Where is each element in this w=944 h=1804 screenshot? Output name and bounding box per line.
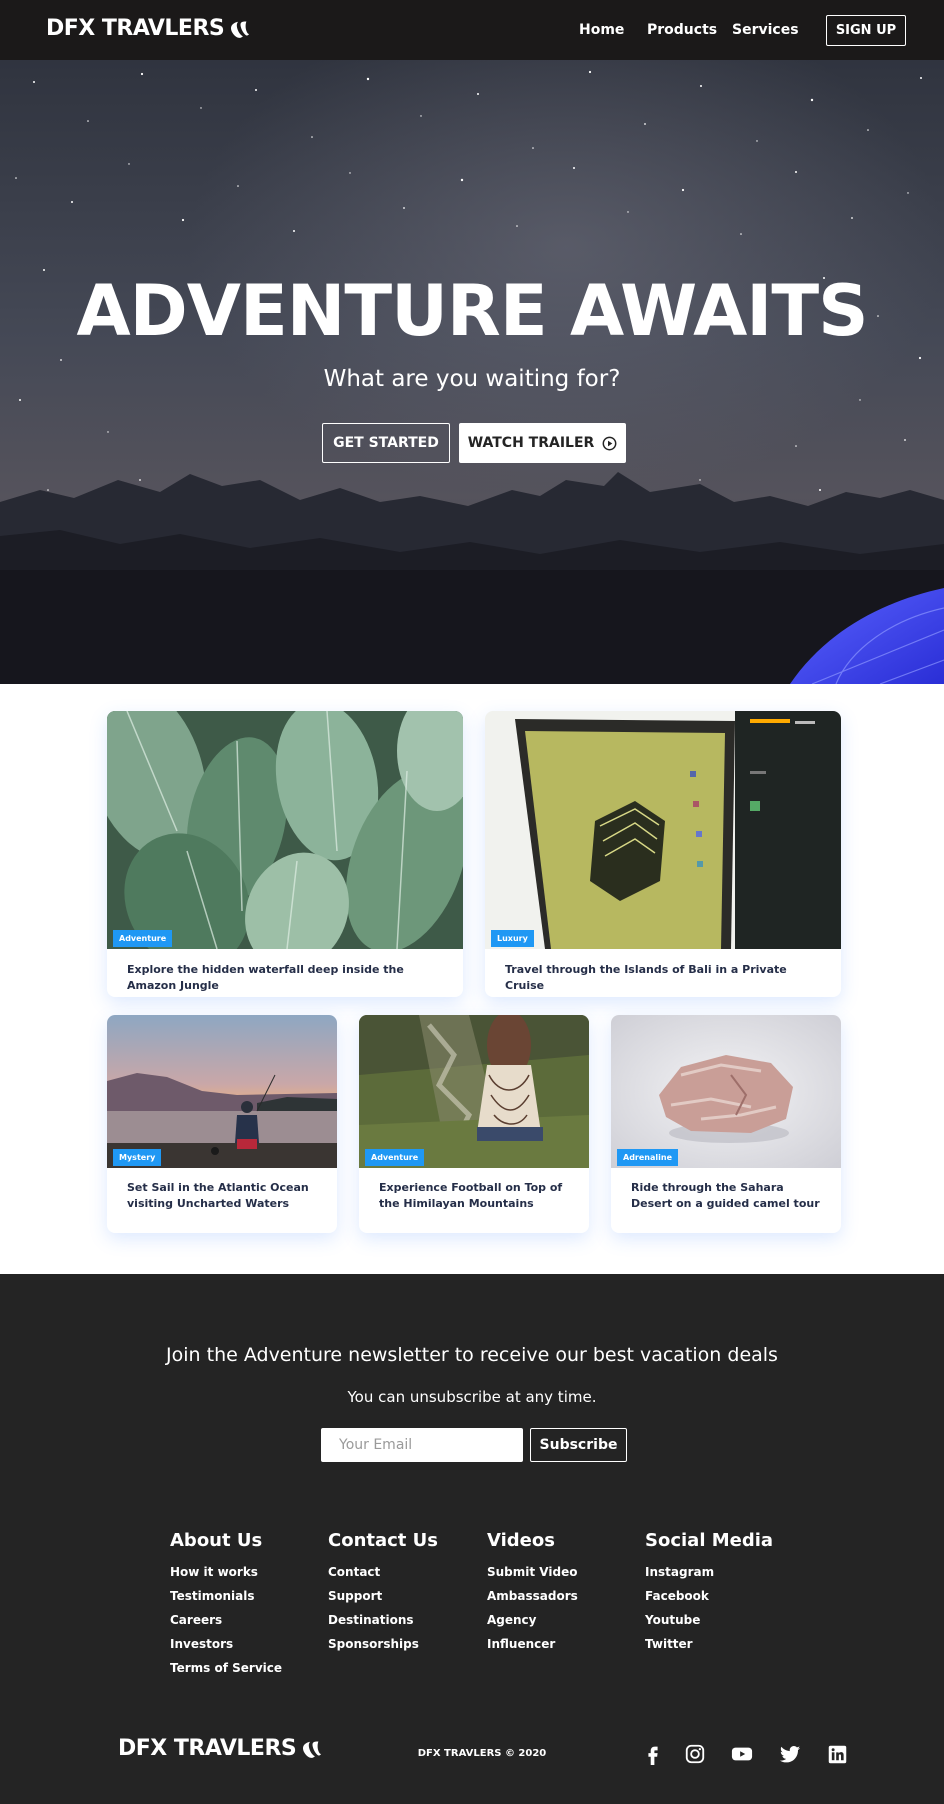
card-image [611, 1015, 841, 1168]
card-image [359, 1015, 589, 1168]
category-tag: Adrenaline [617, 1149, 678, 1166]
card-title: Set Sail in the Atlantic Ocean visiting … [127, 1181, 309, 1210]
footer-column-videos: Videos Submit Video Ambassadors Agency I… [487, 1530, 637, 1661]
destination-card[interactable]: Adrenaline Ride through the Sahara Deser… [611, 1015, 841, 1233]
footer-link[interactable]: Destinations [328, 1613, 478, 1628]
card-title: Travel through the Islands of Bali in a … [505, 963, 787, 992]
sign-up-button[interactable]: SIGN UP [826, 15, 906, 46]
footer-link[interactable]: Facebook [645, 1589, 795, 1604]
play-circle-icon [602, 436, 617, 450]
facebook-icon[interactable] [641, 1742, 665, 1766]
brand-logo[interactable]: DFX TRAVLERS [46, 16, 250, 41]
nav-link-services[interactable]: Services [732, 22, 799, 38]
footer-link[interactable]: Careers [170, 1613, 320, 1628]
destination-card[interactable]: Adventure Experience Football on Top of … [359, 1015, 589, 1233]
footer-link[interactable]: Youtube [645, 1613, 795, 1628]
instagram-icon[interactable] [683, 1742, 707, 1766]
footer-column-social: Social Media Instagram Facebook Youtube … [645, 1530, 795, 1661]
category-tag: Mystery [113, 1149, 162, 1166]
newsletter-subtext: You can unsubscribe at any time. [347, 1388, 597, 1406]
footer-link[interactable]: Influencer [487, 1637, 637, 1652]
footer-link[interactable]: Agency [487, 1613, 637, 1628]
subscribe-button[interactable]: Subscribe [530, 1428, 627, 1462]
nav-link-products[interactable]: Products [647, 22, 717, 38]
typo3-logo-icon [231, 21, 250, 38]
footer-link[interactable]: How it works [170, 1565, 320, 1580]
footer-column-contact: Contact Us Contact Support Destinations … [328, 1530, 478, 1661]
watch-trailer-label: WATCH TRAILER [467, 435, 595, 451]
get-started-button[interactable]: GET STARTED [322, 423, 450, 463]
destination-card[interactable]: Luxury Travel through the Islands of Bal… [485, 711, 841, 997]
footer-link[interactable]: Contact [328, 1565, 478, 1580]
nav-link-home[interactable]: Home [579, 22, 624, 38]
card-image [107, 711, 463, 949]
column-title: Social Media [645, 1530, 774, 1551]
card-image [485, 711, 841, 949]
footer-column-about: About Us How it works Testimonials Caree… [170, 1530, 320, 1685]
footer-link[interactable]: Instagram [645, 1565, 795, 1580]
twitter-icon[interactable] [778, 1742, 802, 1766]
hero-title: ADVENTURE AWAITS [76, 270, 868, 352]
hero-subtitle: What are you waiting for? [323, 366, 621, 392]
email-input[interactable] [321, 1428, 523, 1462]
footer-link[interactable]: Sponsorships [328, 1637, 478, 1652]
column-title: Videos [487, 1530, 555, 1551]
category-tag: Adventure [365, 1149, 425, 1166]
footer-link[interactable]: Submit Video [487, 1565, 637, 1580]
newsletter-heading: Join the Adventure newsletter to receive… [166, 1344, 778, 1366]
destination-card[interactable]: Adventure Explore the hidden waterfall d… [107, 711, 463, 997]
card-title: Explore the hidden waterfall deep inside… [127, 963, 404, 992]
column-title: Contact Us [328, 1530, 439, 1551]
youtube-icon[interactable] [730, 1742, 754, 1766]
footer-link[interactable]: Ambassadors [487, 1589, 637, 1604]
copyright-text: DFX TRAVLERS © 2020 [417, 1748, 547, 1759]
footer: Join the Adventure newsletter to receive… [0, 1274, 944, 1804]
hero-section: ADVENTURE AWAITS What are you waiting fo… [0, 60, 944, 684]
linkedin-icon[interactable] [825, 1742, 849, 1766]
card-image [107, 1015, 337, 1168]
column-title: About Us [170, 1530, 263, 1551]
brand-name: DFX TRAVLERS [46, 16, 225, 41]
card-title: Experience Football on Top of the Himila… [379, 1181, 563, 1210]
category-tag: Luxury [491, 930, 534, 947]
navbar: DFX TRAVLERS Home Products Services SIGN… [0, 0, 944, 60]
footer-link[interactable]: Support [328, 1589, 478, 1604]
destination-card[interactable]: Mystery Set Sail in the Atlantic Ocean v… [107, 1015, 337, 1233]
footer-link[interactable]: Testimonials [170, 1589, 320, 1604]
card-title: Ride through the Sahara Desert on a guid… [631, 1181, 820, 1210]
category-tag: Adventure [113, 930, 173, 947]
watch-trailer-button[interactable]: WATCH TRAILER [459, 423, 626, 463]
footer-link[interactable]: Investors [170, 1637, 320, 1652]
footer-link[interactable]: Twitter [645, 1637, 795, 1652]
footer-link[interactable]: Terms of Service [170, 1661, 320, 1676]
